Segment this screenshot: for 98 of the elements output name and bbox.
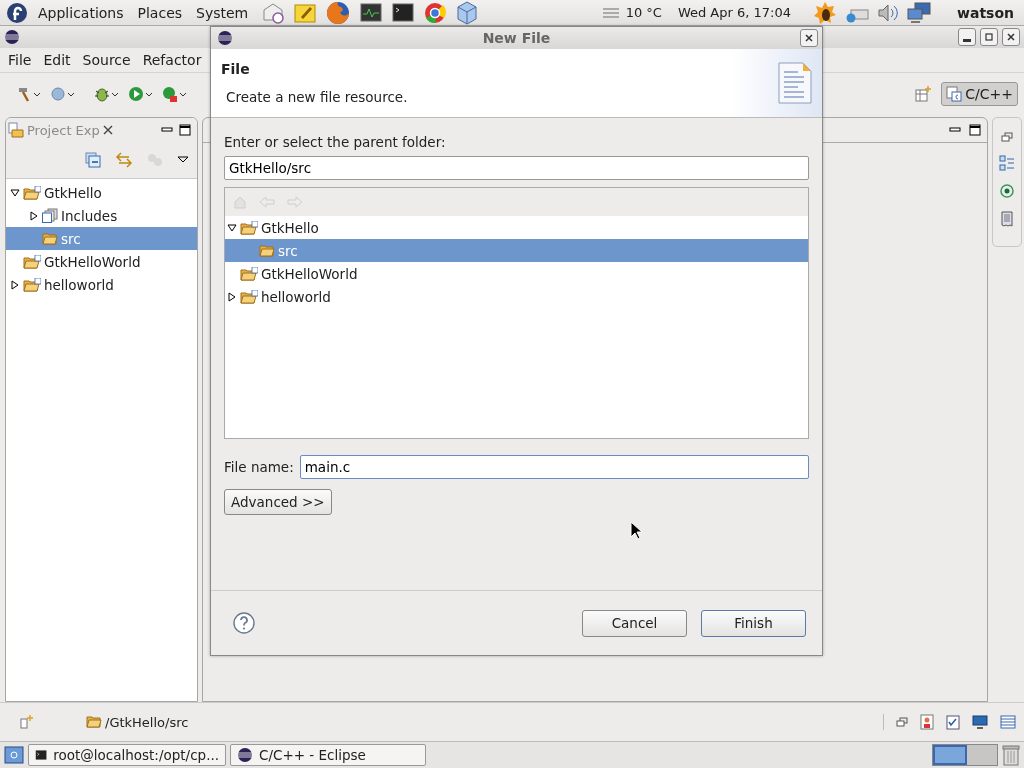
perspective-button[interactable]: C/C++ <box>941 82 1018 106</box>
mouse-pointer-icon <box>630 521 642 540</box>
restore-icon[interactable] <box>896 717 908 727</box>
project-folder-icon <box>240 266 258 281</box>
minimize-icon[interactable] <box>949 126 961 134</box>
taskbar-button[interactable]: root@localhost:/opt/cp... <box>28 744 226 766</box>
close-icon <box>1006 32 1016 42</box>
help-icon[interactable] <box>233 612 255 634</box>
temperature-text: 10 °C <box>625 5 662 20</box>
tree-item[interactable]: helloworld <box>225 285 808 308</box>
debug-bug-icon[interactable] <box>94 85 120 103</box>
tree-item[interactable]: GtkHello <box>225 216 808 239</box>
maximize-button[interactable] <box>980 28 998 46</box>
terminal-icon <box>35 748 48 762</box>
advanced-button[interactable]: Advanced >> <box>224 489 332 515</box>
person-card-icon[interactable] <box>920 714 934 730</box>
expand-arrow-icon[interactable] <box>29 210 39 221</box>
open-perspective-icon[interactable] <box>915 86 932 102</box>
menu-item[interactable]: Source <box>76 52 137 68</box>
outline-icon[interactable] <box>999 155 1015 171</box>
close-button[interactable] <box>1002 28 1020 46</box>
chrome-ball-icon[interactable] <box>424 1 447 24</box>
file-name-field[interactable]: main.c <box>299 455 809 479</box>
tree-item[interactable]: GtkHelloWorld <box>6 250 197 273</box>
restore-icon[interactable] <box>1001 132 1013 142</box>
menu-item[interactable]: File <box>2 52 38 68</box>
maximize-icon <box>984 32 994 42</box>
link-editor-icon[interactable] <box>115 152 133 168</box>
maximize-icon[interactable] <box>969 124 981 136</box>
cube-icon[interactable] <box>456 0 479 25</box>
fedora-logo-icon[interactable] <box>6 1 28 24</box>
folder-icon <box>42 232 58 245</box>
target-icon[interactable] <box>1000 184 1014 198</box>
expand-arrow-icon[interactable] <box>227 291 237 302</box>
hammer-icon[interactable] <box>16 85 42 103</box>
menu-item[interactable]: Edit <box>37 52 77 68</box>
expand-arrow-icon[interactable] <box>10 279 20 290</box>
panel-menu[interactable]: System <box>192 4 253 21</box>
panel-menu[interactable]: Places <box>133 4 187 21</box>
folder-page-icon <box>8 122 24 138</box>
collapse-all-icon[interactable] <box>85 152 101 168</box>
document-icon <box>778 62 812 104</box>
file-name-label: File name: <box>224 459 294 475</box>
parent-folder-label: Enter or select the parent folder: <box>224 134 447 150</box>
table-icon[interactable] <box>1000 715 1016 729</box>
document-icon[interactable] <box>1001 211 1013 227</box>
eclipse-logo-icon <box>217 30 233 46</box>
network-computers-icon[interactable] <box>907 1 931 24</box>
browser-globe-icon[interactable] <box>326 0 351 25</box>
maximize-icon[interactable] <box>179 124 191 136</box>
minimize-button[interactable] <box>958 28 976 46</box>
volume-icon[interactable] <box>877 2 899 23</box>
tree-item[interactable]: helloworld <box>6 273 197 296</box>
monitor-icon[interactable] <box>972 715 988 729</box>
collapse-arrow-icon[interactable] <box>10 187 20 198</box>
project-folder-icon <box>23 277 41 292</box>
notepad-pencil-icon[interactable] <box>294 1 317 24</box>
run-tools-icon[interactable] <box>162 85 188 103</box>
minimize-icon <box>963 38 971 42</box>
close-icon[interactable] <box>102 125 113 135</box>
taskbar-button[interactable]: C/C++ - Eclipse <box>230 744 426 766</box>
dialog-title: New File <box>481 30 552 46</box>
folder-icon <box>259 244 275 257</box>
parent-folder-field[interactable]: GtkHello/src <box>224 156 809 180</box>
cancel-button[interactable]: Cancel <box>582 609 687 637</box>
clock-text[interactable]: Wed Apr 6, 17:04 <box>677 5 791 20</box>
user-name[interactable]: watson <box>957 4 1014 21</box>
minimize-icon[interactable] <box>161 126 173 134</box>
panel-menu[interactable]: Applications <box>34 4 128 21</box>
project-folder-icon <box>23 185 41 200</box>
view-menu-icon[interactable] <box>177 156 189 164</box>
tree-item[interactable]: GtkHelloWorld <box>225 262 808 285</box>
clipboard-check-icon[interactable] <box>946 714 960 730</box>
trash-icon[interactable] <box>1002 744 1020 766</box>
menu-item[interactable]: Refactor <box>136 52 208 68</box>
eclipse-logo-icon <box>4 29 20 45</box>
includes-icon <box>42 208 58 223</box>
eclipse-logo-icon <box>237 747 253 763</box>
c-perspective-icon <box>946 86 963 102</box>
show-desktop-icon[interactable] <box>4 745 24 765</box>
project-folder-icon <box>240 220 258 235</box>
collapse-arrow-icon[interactable] <box>227 222 237 233</box>
run-icon[interactable] <box>128 85 154 103</box>
workspace-switcher[interactable] <box>932 744 998 766</box>
tree-item[interactable]: Includes <box>6 204 197 227</box>
close-icon <box>804 33 814 43</box>
tree-item[interactable]: GtkHello <box>6 181 197 204</box>
folder-icon <box>86 716 102 728</box>
weather-fog-icon <box>601 6 620 19</box>
page-description: Create a new file resource. <box>225 89 409 105</box>
terminal-icon[interactable] <box>392 1 415 24</box>
finish-button[interactable]: Finish <box>701 609 806 637</box>
close-button[interactable] <box>800 29 818 47</box>
system-monitor-icon[interactable] <box>360 1 383 24</box>
project-folder-icon <box>240 289 258 304</box>
page-heading: File <box>221 61 251 77</box>
status-path-text: /GtkHello/src <box>105 714 189 730</box>
project-folder-icon <box>23 254 41 269</box>
